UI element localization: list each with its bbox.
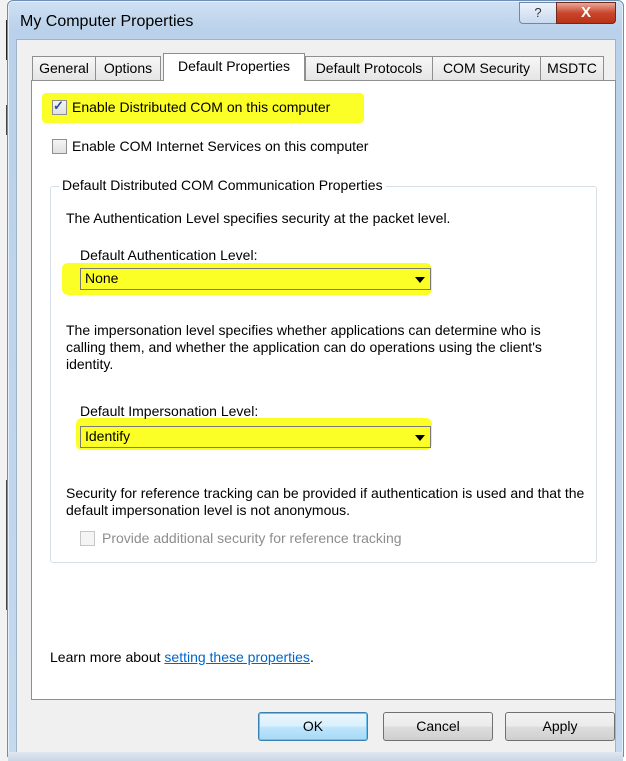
setting-properties-link[interactable]: setting these properties <box>164 649 310 665</box>
close-button[interactable]: X <box>556 2 616 24</box>
close-icon: X <box>580 4 591 21</box>
reference-tracking-label: Provide additional security for referenc… <box>102 530 402 546</box>
tab-default-protocols[interactable]: Default Protocols <box>305 56 433 80</box>
tab-options[interactable]: Options <box>95 56 161 80</box>
learn-more-prefix: Learn more about <box>50 649 165 665</box>
window-title: My Computer Properties <box>20 13 194 30</box>
cancel-button[interactable]: Cancel <box>383 712 493 741</box>
enable-com-internet-checkbox[interactable] <box>52 139 67 154</box>
tab-general[interactable]: General <box>32 56 96 80</box>
window-bottom-edge <box>8 752 623 761</box>
group-title: Default Distributed COM Communication Pr… <box>59 177 386 193</box>
tab-com-security[interactable]: COM Security <box>432 56 541 80</box>
impersonation-level-select[interactable]: Identify <box>80 426 431 448</box>
impersonation-description: The impersonation level specifies whethe… <box>66 322 542 372</box>
tab-label: MSDTC <box>547 60 597 76</box>
auth-description: The Authentication Level specifies secur… <box>66 210 451 226</box>
enable-com-internet-label[interactable]: Enable COM Internet Services on this com… <box>72 138 368 154</box>
chevron-down-icon <box>415 277 425 283</box>
help-button[interactable]: ? <box>519 2 557 24</box>
tab-default-properties[interactable]: Default Properties <box>163 53 305 81</box>
auth-level-select[interactable]: None <box>80 268 431 290</box>
learn-more-text: Learn more about setting these propertie… <box>50 649 314 665</box>
impersonation-level-value: Identify <box>85 428 131 444</box>
tab-label: COM Security <box>442 60 531 76</box>
ok-button[interactable]: OK <box>258 712 368 741</box>
reference-tracking-checkbox[interactable] <box>80 531 95 546</box>
ok-button-label: OK <box>302 718 324 734</box>
tab-msdtc[interactable]: MSDTC <box>540 56 604 80</box>
chevron-down-icon <box>415 435 425 441</box>
apply-button[interactable]: Apply <box>505 712 615 741</box>
tab-label: Options <box>103 60 153 76</box>
auth-level-value: None <box>85 270 119 286</box>
learn-more-suffix: . <box>309 649 314 665</box>
apply-button-label: Apply <box>542 718 578 734</box>
enable-dcom-label[interactable]: Enable Distributed COM on this computer <box>72 99 330 115</box>
tracking-description: Security for reference tracking can be p… <box>66 485 585 518</box>
cancel-button-label: Cancel <box>416 718 460 734</box>
tab-label: Default Protocols <box>315 60 423 76</box>
tab-label: Default Properties <box>177 58 291 74</box>
tab-label: General <box>39 60 89 76</box>
impersonation-level-label: Default Impersonation Level: <box>80 403 259 419</box>
enable-dcom-checkbox[interactable] <box>52 98 67 115</box>
help-icon: ? <box>534 5 542 20</box>
auth-level-label: Default Authentication Level: <box>80 247 258 263</box>
